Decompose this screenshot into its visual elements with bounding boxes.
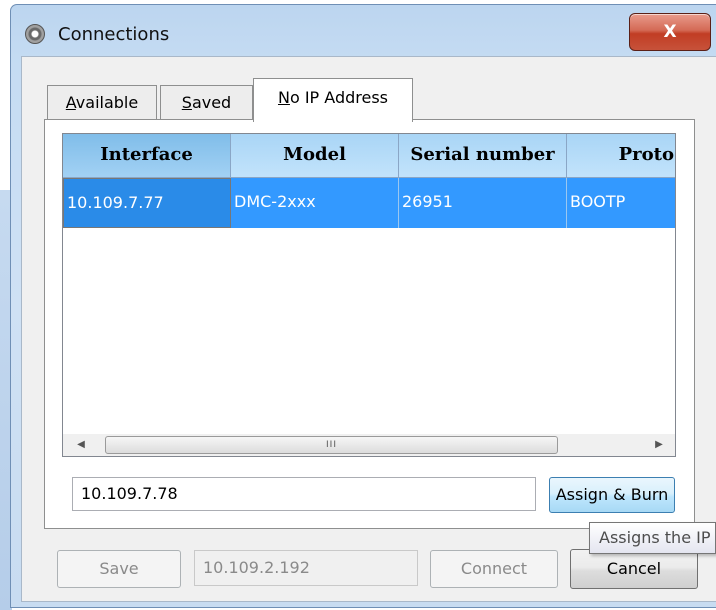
chevron-left-icon[interactable]: ◀ bbox=[71, 434, 91, 456]
save-button[interactable]: Save bbox=[57, 550, 181, 588]
address-field[interactable]: 10.109.2.192 bbox=[194, 550, 418, 586]
window-title: Connections bbox=[58, 24, 170, 45]
client-area: Available Saved No IP Address Interface … bbox=[21, 56, 716, 602]
cell-interface[interactable]: 10.109.7.77 bbox=[63, 178, 231, 228]
ip-address-input[interactable]: 10.109.7.78 bbox=[72, 477, 536, 511]
cell-model[interactable]: DMC-2xxx bbox=[231, 178, 399, 228]
close-icon: X bbox=[663, 22, 677, 42]
column-header-proto[interactable]: Proto bbox=[567, 134, 675, 178]
column-header-model[interactable]: Model bbox=[231, 134, 399, 178]
table-header: Interface Model Serial number Proto bbox=[63, 134, 675, 178]
column-header-interface[interactable]: Interface bbox=[63, 134, 231, 178]
assign-tooltip: Assigns the IP bbox=[589, 522, 716, 554]
assign-burn-button[interactable]: Assign & Burn bbox=[549, 477, 675, 513]
connect-button[interactable]: Connect bbox=[430, 550, 558, 588]
tab-available[interactable]: Available bbox=[47, 85, 157, 121]
tab-saved[interactable]: Saved bbox=[160, 85, 253, 121]
chevron-right-icon[interactable]: ▶ bbox=[649, 434, 669, 456]
gear-icon bbox=[25, 24, 45, 44]
cancel-button[interactable]: Cancel bbox=[570, 549, 698, 589]
horizontal-scrollbar[interactable]: ◀ III ▶ bbox=[63, 434, 675, 456]
cell-proto[interactable]: BOOTP bbox=[567, 178, 675, 228]
table-row[interactable]: 10.109.7.77 DMC-2xxx 26951 BOOTP bbox=[63, 178, 675, 228]
title-bar[interactable]: Connections X bbox=[11, 5, 716, 59]
scroll-thumb[interactable]: III bbox=[105, 436, 558, 454]
close-button[interactable]: X bbox=[629, 13, 711, 51]
devices-table: Interface Model Serial number Proto 10.1… bbox=[62, 133, 676, 457]
connections-window: Connections X Available Saved No IP Addr… bbox=[10, 4, 716, 608]
cell-serial-number[interactable]: 26951 bbox=[399, 178, 567, 228]
tab-no-ip-address[interactable]: No IP Address bbox=[253, 78, 413, 122]
column-header-serial-number[interactable]: Serial number bbox=[399, 134, 567, 178]
